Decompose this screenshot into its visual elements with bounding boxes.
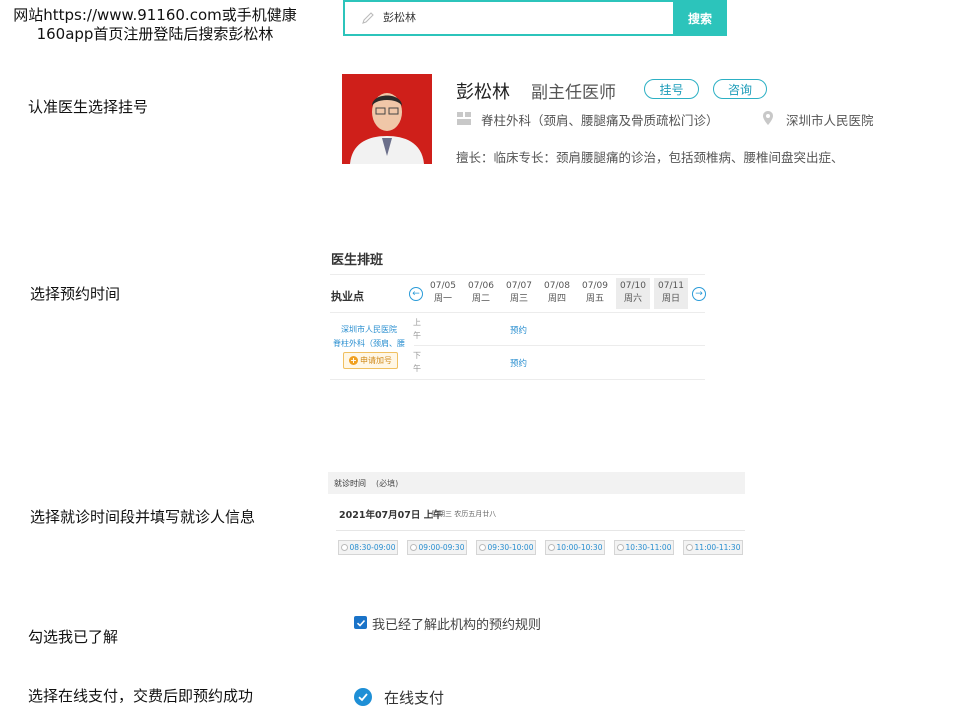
radio-icon <box>340 544 348 551</box>
divider <box>330 379 705 380</box>
consult-button[interactable]: 咨询 <box>713 79 767 99</box>
step-label-select-slot: 选择就诊时间段并填写就诊人信息 <box>30 508 256 526</box>
visit-date: 2021年07月07日 上午 <box>339 510 443 521</box>
register-button[interactable]: 挂号 <box>644 79 699 99</box>
agree-label[interactable]: 我已经了解此机构的预约规则 <box>372 614 541 633</box>
online-payment-label[interactable]: 在线支付 <box>384 687 444 708</box>
search-bar: 搜索 <box>343 0 727 36</box>
step-label-select-time: 选择预约时间 <box>30 285 121 303</box>
time-slot[interactable]: 09:30-10:00 <box>476 540 536 555</box>
search-button[interactable]: 搜索 <box>673 0 727 36</box>
visit-required-label: (必填) <box>376 479 399 488</box>
divider <box>336 530 745 531</box>
radio-icon <box>478 544 486 551</box>
plus-icon: + <box>349 356 358 365</box>
doctor-department: 脊柱外科（颈肩、腰腿痛及骨质疏松门诊） <box>481 113 719 128</box>
doctor-specialty: 擅长：临床专长：颈肩腰腿痛的诊治，包括颈椎病、腰椎间盘突出症、 <box>456 150 844 165</box>
step-label-select-doctor: 认准医生选择挂号 <box>28 98 149 116</box>
check-icon <box>356 619 365 627</box>
intro-instruction: 网站https://www.91160.com或手机健康160app首页注册登陆… <box>13 6 297 43</box>
doctor-hospital: 深圳市人民医院 <box>786 113 874 128</box>
divider <box>414 345 705 346</box>
check-icon <box>358 693 368 702</box>
time-slot[interactable]: 11:00-11:30 <box>683 540 743 555</box>
day-header: 07/10 周六 <box>616 278 650 309</box>
pencil-icon <box>362 12 374 24</box>
time-slot[interactable]: 10:00-10:30 <box>545 540 605 555</box>
divider <box>330 274 705 275</box>
prev-week-arrow-icon[interactable]: ← <box>409 287 423 301</box>
department-icon <box>457 112 471 125</box>
doctor-title: 副主任医师 <box>531 83 616 103</box>
schedule-department-link[interactable]: 脊柱外科（颈肩、腰 <box>333 338 405 349</box>
practice-label: 执业点 <box>331 290 364 303</box>
day-header: 07/06 周二 <box>468 281 494 304</box>
schedule-title: 医生排班 <box>331 253 384 268</box>
day-header: 07/11 周日 <box>654 278 688 309</box>
day-header: 07/08 周四 <box>544 281 570 304</box>
radio-icon <box>685 544 693 551</box>
day-header: 07/05 周一 <box>430 281 456 304</box>
apply-add-number-button[interactable]: + 申请加号 <box>343 352 398 369</box>
next-week-arrow-icon[interactable]: → <box>692 287 706 301</box>
online-payment-radio[interactable] <box>354 688 372 706</box>
day-header: 07/09 周五 <box>582 281 608 304</box>
morning-label: 上午 <box>413 318 421 340</box>
step-label-agree: 勾选我已了解 <box>28 628 119 646</box>
schedule-hospital-link[interactable]: 深圳市人民医院 <box>341 324 397 335</box>
step-label-pay: 选择在线支付，交费后即预约成功 <box>28 687 254 705</box>
doctor-name[interactable]: 彭松林 <box>456 78 510 104</box>
search-box[interactable] <box>343 0 675 36</box>
radio-icon <box>547 544 555 551</box>
visit-time-label: 就诊时间 <box>334 479 366 488</box>
add-number-label: 申请加号 <box>360 356 392 365</box>
day-header: 07/07 周三 <box>506 281 532 304</box>
search-input[interactable] <box>383 10 643 23</box>
visit-date-sub: 星期三 农历五月廿八 <box>431 510 497 518</box>
radio-icon <box>616 544 624 551</box>
book-morning-link[interactable]: 预约 <box>510 324 527 336</box>
time-slot[interactable]: 10:30-11:00 <box>614 540 674 555</box>
radio-icon <box>409 544 417 551</box>
book-afternoon-link[interactable]: 预约 <box>510 357 527 369</box>
afternoon-label: 下午 <box>413 351 421 373</box>
doctor-photo <box>342 74 432 164</box>
divider <box>330 312 705 313</box>
doctor-avatar[interactable] <box>342 74 432 164</box>
time-slot[interactable]: 08:30-09:00 <box>338 540 398 555</box>
location-pin-icon <box>763 111 773 125</box>
time-slot[interactable]: 09:00-09:30 <box>407 540 467 555</box>
agree-checkbox[interactable] <box>354 616 367 629</box>
